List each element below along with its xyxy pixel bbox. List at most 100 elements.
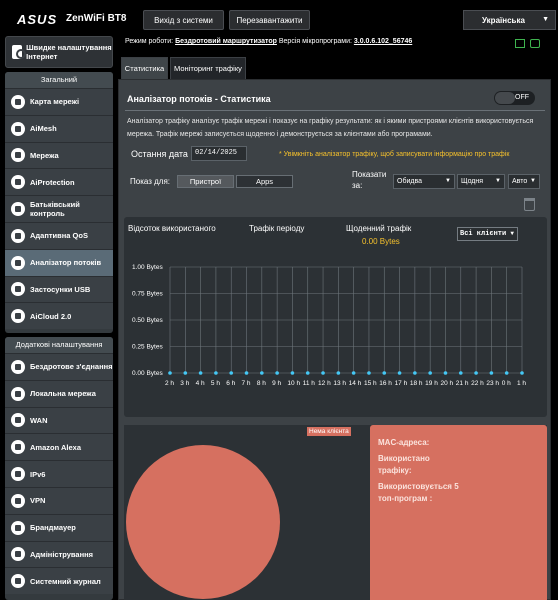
client-select[interactable]: Всі клієнти ▼ xyxy=(457,227,518,241)
data-point xyxy=(504,371,509,375)
x-tick-label: 19 h xyxy=(425,380,438,387)
sidebar-item-wireless[interactable]: Бездротове з'єднання xyxy=(5,353,113,380)
data-point xyxy=(520,371,524,375)
chevron-down-icon: ▼ xyxy=(530,178,536,184)
x-tick-label: 18 h xyxy=(410,380,423,387)
page-title: Аналізатор потоків - Статистика xyxy=(127,94,271,104)
y-tick-label: 0.00 Bytes xyxy=(132,370,163,377)
reboot-button[interactable]: Перезавантажити xyxy=(229,10,310,30)
x-tick-label: 7 h xyxy=(242,380,251,387)
sidebar-item-label: AiMesh xyxy=(30,124,57,134)
y-tick-label: 0.50 Bytes xyxy=(132,317,163,324)
sidebar-item-label: VPN xyxy=(30,496,46,506)
usb-status-icon[interactable] xyxy=(530,39,540,48)
sidebar-item-label: Батьківський контроль xyxy=(30,200,80,219)
date-input[interactable]: 02/14/2025 xyxy=(191,146,247,161)
qos-icon xyxy=(11,228,25,243)
client-select-value: Всі клієнти xyxy=(460,230,507,238)
status-bar: Режим роботи: Бездротовий маршрутизатор … xyxy=(125,38,545,50)
period-select[interactable]: Щодня ▼ xyxy=(457,174,505,189)
sidebar-item-adaptive-qos[interactable]: Адаптивна QoS xyxy=(5,221,113,249)
firmware-value[interactable]: 3.0.0.6.102_56746 xyxy=(354,38,412,45)
data-point xyxy=(336,371,341,375)
sidebar-item-label: Мережа xyxy=(30,150,59,160)
y-tick-label: 0.75 Bytes xyxy=(132,291,163,298)
sidebar-item-network-map[interactable]: Карта мережі xyxy=(5,88,113,115)
sidebar-item-usb-apps[interactable]: Застосунки USB xyxy=(5,275,113,303)
direction-select[interactable]: Обидва ▼ xyxy=(393,174,455,189)
sidebar-item-label: Адаптивна QoS xyxy=(30,231,88,241)
sidebar-item-traffic-analyzer[interactable]: Аналізатор потоків xyxy=(5,248,113,276)
general-title: Загальний xyxy=(5,72,113,88)
globe-icon xyxy=(11,413,25,428)
language-value: Українська xyxy=(482,15,525,25)
unit-value: Авто xyxy=(512,178,528,185)
sidebar-item-wan[interactable]: WAN xyxy=(5,406,113,434)
tab-statistics[interactable]: Статистика xyxy=(121,57,168,79)
sidebar-item-vpn[interactable]: VPN xyxy=(5,486,113,514)
sidebar-item-ipv6[interactable]: IPv6 xyxy=(5,460,113,487)
top-apps-label: Використовується 5 топ-програм : xyxy=(378,482,459,503)
firmware-label: Версія мікропрограми: xyxy=(278,38,352,45)
chevron-down-icon: ▼ xyxy=(445,178,451,184)
home-icon xyxy=(11,386,25,401)
data-point xyxy=(489,371,494,375)
language-select[interactable]: Українська ▼ xyxy=(463,10,556,30)
data-point xyxy=(214,371,218,375)
x-tick-label: 16 h xyxy=(379,380,392,387)
description: Аналізатор трафіку аналізує трафік мереж… xyxy=(127,118,534,138)
model-name: ZenWiFi BT8 xyxy=(66,13,127,24)
x-tick-label: 6 h xyxy=(226,380,235,387)
logout-button[interactable]: Вихід з системи xyxy=(143,10,224,30)
daily-traffic-value: 0.00 Bytes xyxy=(362,237,400,246)
sidebar-item-alexa[interactable]: Amazon Alexa xyxy=(5,433,113,461)
x-tick-label: 11 h xyxy=(303,380,316,387)
traffic-chart: 0.00 Bytes 0.25 Bytes 0.50 Bytes 0.75 Bytes… xyxy=(132,264,526,387)
data-point xyxy=(275,371,279,375)
aimesh-icon xyxy=(11,121,25,136)
x-tick-label: 23 h xyxy=(486,380,499,387)
sidebar-item-parental-control[interactable]: Батьківський контроль xyxy=(5,195,113,222)
chart-box: Відсоток використаного Трафік періоду Що… xyxy=(124,217,547,417)
sidebar-item-label: Карта мережі xyxy=(30,97,80,107)
x-tick-label: 10 h xyxy=(287,380,300,387)
sidebar-item-aicloud[interactable]: AiCloud 2.0 xyxy=(5,302,113,330)
data-point xyxy=(168,371,172,375)
data-point xyxy=(458,371,463,375)
data-point xyxy=(229,371,234,375)
unit-select[interactable]: Авто ▼ xyxy=(508,174,540,189)
gear-icon xyxy=(11,547,25,562)
chevron-down-icon: ▼ xyxy=(510,230,514,237)
used-traffic-label: Використано трафіку: xyxy=(378,454,430,475)
sidebar-item-label: WAN xyxy=(30,415,48,425)
traffic-analyzer-toggle[interactable]: OFF xyxy=(494,91,535,105)
alexa-icon xyxy=(11,440,25,455)
daily-traffic-label: Щоденний трафік xyxy=(346,224,412,233)
sidebar-item-administration[interactable]: Адміністрування xyxy=(5,540,113,568)
x-tick-label: 9 h xyxy=(272,380,281,387)
sidebar-item-label: Системний журнал xyxy=(30,576,101,586)
quick-internet-setup[interactable]: Швидке налаштування Інтернет xyxy=(5,36,113,68)
no-client-tag: Нема клієнта xyxy=(307,427,351,436)
warning-text: * Увімкніть аналізатор трафіку, щоб запи… xyxy=(279,151,510,158)
y-tick-label: 0.25 Bytes xyxy=(132,344,163,351)
globe-icon xyxy=(11,148,25,163)
sidebar-item-aiprotection[interactable]: AiProtection xyxy=(5,168,113,196)
x-tick-label: 8 h xyxy=(257,380,266,387)
data-point xyxy=(260,371,264,375)
sidebar-item-aimesh[interactable]: AiMesh xyxy=(5,114,113,142)
mode-label: Режим роботи: xyxy=(125,38,174,45)
network-status-icon[interactable] xyxy=(515,39,525,48)
apps-button[interactable]: Apps xyxy=(236,175,293,188)
devices-button[interactable]: Пристрої xyxy=(177,175,234,188)
tab-traffic-monitor[interactable]: Моніторинг трафіку xyxy=(170,57,246,79)
sidebar-item-network[interactable]: Мережа xyxy=(5,141,113,169)
sidebar-item-lan[interactable]: Локальна мережа xyxy=(5,379,113,407)
sidebar-item-firewall[interactable]: Брандмауер xyxy=(5,513,113,541)
network-map-icon xyxy=(11,94,25,109)
sidebar-item-system-log[interactable]: Системний журнал xyxy=(5,567,113,595)
x-tick-label: 22 h xyxy=(471,380,484,387)
cloud-icon xyxy=(11,309,25,324)
mode-value[interactable]: Бездротовий маршрутизатор xyxy=(175,38,277,45)
trash-icon[interactable] xyxy=(524,198,535,211)
